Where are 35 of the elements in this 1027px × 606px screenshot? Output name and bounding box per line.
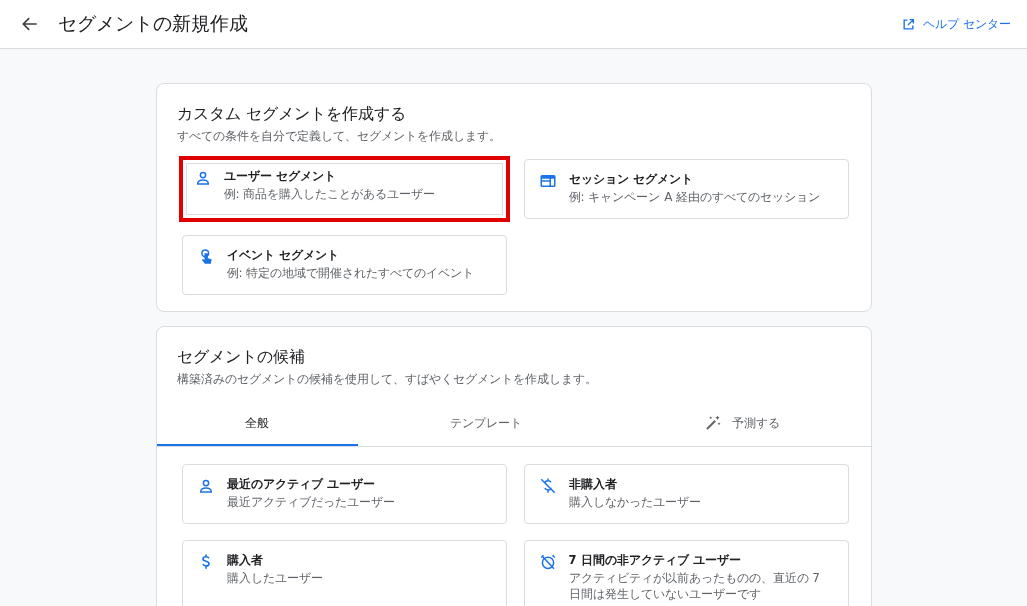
suggestion-option[interactable]: 購入者 購入したユーザー [181, 540, 507, 606]
option-description: アクティビティが以前あったものの、直近の 7 日間は発生していないユーザーです [568, 571, 821, 603]
suggestion-option[interactable]: 7 日間の非アクティブ ユーザー アクティビティが以前あったものの、直近の 7 日間は発生していないユーザーです [523, 540, 849, 606]
option-example: 例: キャンペーン A 経由のすべてのセッション [568, 190, 821, 206]
crossed-dollar-icon [538, 477, 557, 495]
option-title: 購入者 [226, 553, 264, 568]
magic-wand-icon [704, 414, 723, 432]
option-example: 例: 特定の地域で開催されたすべてのイベント [226, 266, 475, 282]
option-description: 購入しなかったユーザー [568, 495, 701, 511]
segment-option[interactable]: セッション セグメント 例: キャンペーン A 経由のすべてのセッション [523, 159, 849, 219]
section-description: 構築済みのセグメントの候補を使用して、すばやくセグメントを作成します。 [176, 371, 598, 388]
tab[interactable]: 予測する [614, 402, 871, 446]
section-title: カスタム セグメントを作成する [176, 104, 407, 125]
tab[interactable]: 全般 [156, 402, 358, 446]
suggestion-option[interactable]: 最近のアクティブ ユーザー 最近アクティブだったユーザー [181, 464, 507, 524]
external-link-icon [902, 17, 916, 31]
segment-option[interactable]: ユーザー セグメント 例: 商品を購入したことがあるユーザー [178, 156, 510, 222]
help-center-link[interactable]: ヘルプ センター [902, 15, 1011, 33]
suggestion-option[interactable]: 非購入者 購入しなかったユーザー [523, 464, 849, 524]
browser-window-icon [538, 172, 557, 190]
tab[interactable]: テンプレート [357, 402, 614, 446]
option-title: イベント セグメント [226, 248, 340, 263]
option-title: ユーザー セグメント [223, 169, 337, 184]
option-title: 7 日間の非アクティブ ユーザー [568, 553, 742, 568]
option-title: セッション セグメント [568, 172, 694, 187]
page-title: セグメントの新規作成 [58, 11, 249, 36]
option-description: 購入したユーザー [226, 571, 323, 587]
segment-option[interactable]: イベント セグメント 例: 特定の地域で開催されたすべてのイベント [181, 235, 507, 295]
alarm-off-icon [538, 553, 557, 571]
option-title: 最近のアクティブ ユーザー [226, 477, 376, 492]
option-example: 例: 商品を購入したことがあるユーザー [223, 187, 436, 203]
section-description: すべての条件を自分で定義して、セグメントを作成します。 [176, 128, 502, 145]
option-title: 非購入者 [568, 477, 618, 492]
section-title: セグメントの候補 [176, 347, 306, 368]
option-description: 最近アクティブだったユーザー [226, 495, 395, 511]
